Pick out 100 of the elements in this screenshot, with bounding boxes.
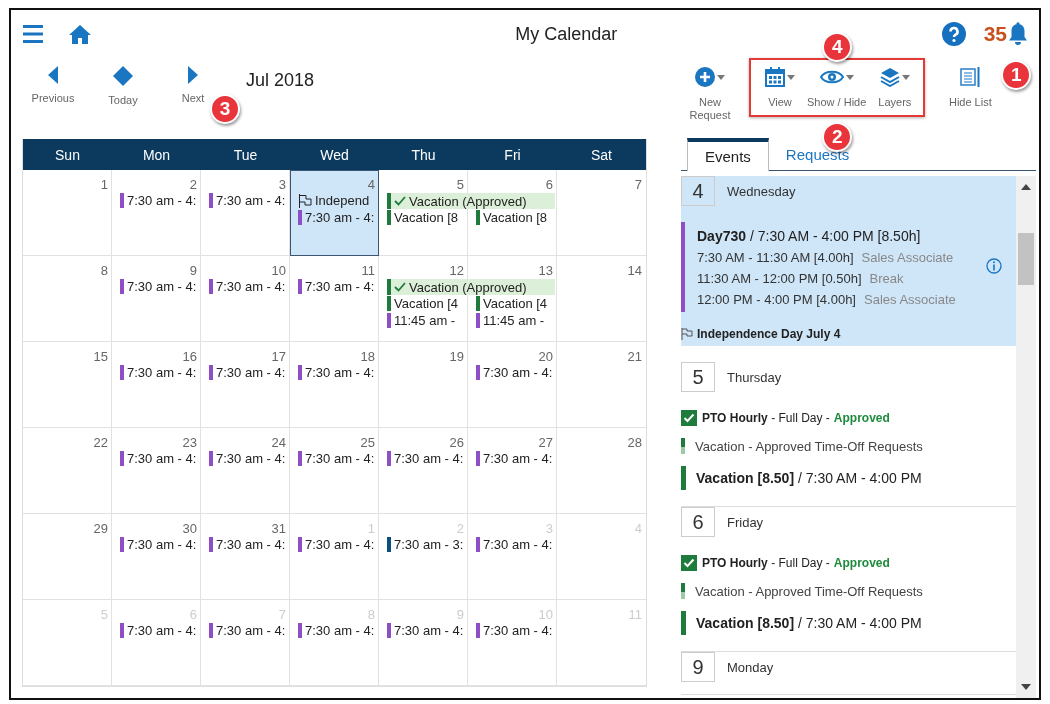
eye-icon [819, 70, 844, 84]
info-icon[interactable] [986, 258, 1002, 274]
scroll-up-icon[interactable] [1021, 184, 1031, 190]
request-text: PTO Hourly - Full Day - [702, 556, 830, 570]
event-label[interactable]: 7:30 am - 4: [216, 623, 286, 638]
event-label[interactable]: 7:30 am - 4: [394, 451, 464, 466]
layer-name: Vacation - Approved Time-Off Requests [695, 583, 923, 599]
day-number: 30 [182, 521, 198, 536]
event-label[interactable]: 7:30 am - 3: [394, 537, 464, 552]
weekday-label: Friday [727, 514, 764, 530]
event-label[interactable]: Vacation [4 [483, 296, 548, 311]
event-label[interactable]: 7:30 am - 4: [305, 210, 375, 225]
event-label[interactable]: 7:30 am - 4: [483, 365, 553, 380]
event-label[interactable]: 7:30 am - 4: [216, 537, 286, 552]
hide-list-button[interactable]: Hide List [945, 66, 996, 109]
day-number: 11 [361, 263, 376, 278]
day-number: 21 [627, 349, 643, 364]
bell-icon[interactable] [1007, 22, 1029, 46]
help-icon[interactable] [941, 22, 966, 46]
event-label[interactable]: 7:30 am - 4: [127, 537, 197, 552]
event-title: Vacation (Approved) [409, 193, 527, 209]
event-label[interactable]: 7:30 am - 4: [216, 279, 286, 294]
day-number-box: 5 [681, 362, 715, 392]
right-arrow-icon [188, 66, 198, 84]
event-label[interactable]: 11:45 am - [394, 313, 456, 328]
caret-icon [717, 74, 725, 80]
weekday-label: Mon [141, 145, 172, 165]
scrollbar[interactable] [1016, 176, 1036, 698]
event-label[interactable]: 7:30 am - 4: [305, 279, 375, 294]
holiday-title: Independence Day July 4 [697, 327, 841, 341]
time-off-entry[interactable]: Vacation [8.50] / 7:30 AM - 4:00 PM [696, 470, 922, 486]
tab[interactable]: Events [687, 138, 769, 171]
caret-icon [901, 74, 910, 80]
segment-role: Sales Associate [864, 291, 956, 309]
holiday-label[interactable]: Independ [315, 193, 370, 208]
day-number: 7 [634, 177, 643, 192]
event-label[interactable]: 7:30 am - 4: [127, 279, 197, 294]
event-label[interactable]: 11:45 am - [483, 313, 545, 328]
scroll-thumb[interactable] [1018, 233, 1034, 285]
event-label[interactable]: 7:30 am - 4: [127, 365, 197, 380]
event-label[interactable]: 7:30 am - 4: [305, 623, 375, 638]
previous-button[interactable]: Previous [22, 66, 84, 104]
callout-badge: 2 [822, 122, 853, 152]
view-button[interactable]: View [765, 66, 795, 109]
menu-icon[interactable] [23, 25, 43, 43]
day-number: 1 [100, 177, 109, 192]
checkbox[interactable] [681, 410, 697, 426]
day-number: 22 [93, 435, 109, 450]
day-number: 24 [271, 435, 287, 450]
event-title: Vacation (Approved) [409, 279, 527, 295]
day-number: 8 [100, 263, 109, 278]
event-banner[interactable]: Vacation (Approved) [387, 193, 555, 209]
weekday-label: Monday [727, 659, 774, 675]
weekday-label: Wednesday [727, 183, 796, 199]
day-number: 16 [182, 349, 198, 364]
status-label: Approved [833, 411, 890, 425]
segment-role: Break [869, 270, 904, 288]
show-hide-button[interactable]: Show / Hide [807, 66, 867, 109]
caret-icon [845, 74, 854, 80]
event-label[interactable]: Vacation [8 [483, 210, 548, 225]
day-number: 3 [278, 177, 287, 192]
day-group[interactable]: 6 Friday PTO Hourly - Full Day - Approved Vacation - Approved Time-Off Requests Vacation [8.50] / 7:30 AM - 4:00 PM [681, 507, 1016, 652]
event-label[interactable]: 7:30 am - 4: [127, 451, 197, 466]
day-number: 5 [456, 177, 465, 192]
day-group[interactable]: 4 Wednesday Day730 / 7:30 AM - 4:00 PM [8.50h] 7:30 AM - 11:30 AM [4.00h] Sales Associate 11:30 AM - 12:00 PM [0.50h] Break 12:00 PM - 4:00 PM [4.00h] Sales Associate Independence Day July 4 [681, 176, 1016, 346]
event-label[interactable]: 7:30 am - 4: [305, 451, 375, 466]
event-label[interactable]: 7:30 am - 4: [394, 623, 464, 638]
plus-icon [695, 67, 715, 87]
event-label[interactable]: 7:30 am - 4: [216, 193, 286, 208]
event-label[interactable]: Vacation [8 [394, 210, 459, 225]
today-button[interactable]: Today [92, 66, 154, 106]
caret-icon [787, 74, 795, 80]
day-number: 28 [627, 435, 643, 450]
event-label[interactable]: 7:30 am - 4: [483, 451, 553, 466]
event-label[interactable]: 7:30 am - 4: [305, 537, 375, 552]
event-label[interactable]: 7:30 am - 4: [483, 537, 553, 552]
weekday-label: Thu [410, 145, 437, 165]
page-title: My Calendar [514, 23, 619, 45]
scroll-down-icon[interactable] [1021, 684, 1031, 690]
layers-icon [879, 67, 900, 87]
day-number: 12 [449, 263, 465, 278]
request-text: PTO Hourly - Full Day - [702, 411, 830, 425]
layer-name: Vacation - Approved Time-Off Requests [695, 438, 923, 454]
new-request-button[interactable]: New Request [681, 66, 739, 122]
time-off-entry[interactable]: Vacation [8.50] / 7:30 AM - 4:00 PM [696, 615, 922, 631]
home-icon[interactable] [69, 24, 91, 44]
event-label[interactable]: 7:30 am - 4: [305, 365, 375, 380]
event-label[interactable]: 7:30 am - 4: [127, 193, 197, 208]
event-label[interactable]: 7:30 am - 4: [216, 451, 286, 466]
event-banner[interactable]: Vacation (Approved) [387, 279, 555, 295]
day-group[interactable]: 9 Monday [681, 652, 1016, 695]
event-label[interactable]: Vacation [4 [394, 296, 459, 311]
event-label[interactable]: 7:30 am - 4: [483, 623, 553, 638]
checkbox[interactable] [681, 555, 697, 571]
event-label[interactable]: 7:30 am - 4: [127, 623, 197, 638]
day-group[interactable]: 5 Thursday PTO Hourly - Full Day - Approved Vacation - Approved Time-Off Requests Vacation [8.50] / 7:30 AM - 4:00 PM [681, 362, 1016, 507]
event-label[interactable]: 7:30 am - 4: [216, 365, 286, 380]
day-cell[interactable] [290, 170, 379, 256]
notification-count: 35 [983, 22, 1007, 46]
layers-button[interactable]: Layers [878, 66, 912, 109]
